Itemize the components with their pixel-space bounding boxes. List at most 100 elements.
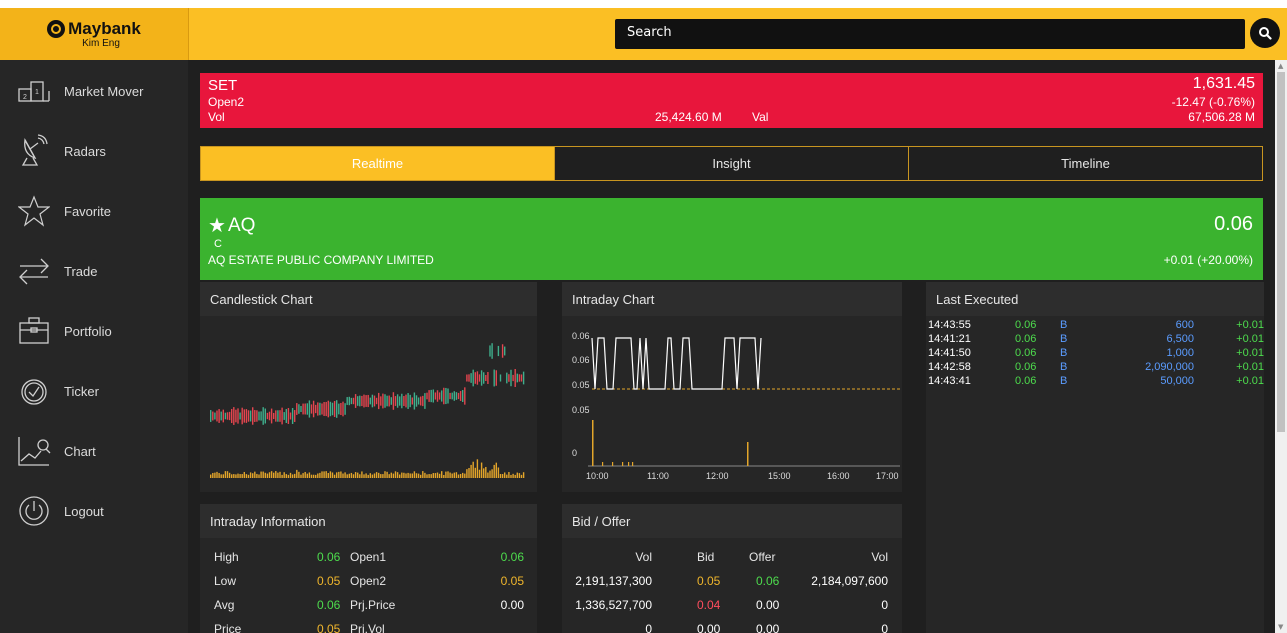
- candle: [210, 410, 212, 422]
- candle: [407, 393, 409, 409]
- intraday-chart[interactable]: 0.06 0.06 0.05 0.05 0 10:00 11:00 12:00 …: [562, 316, 902, 492]
- volume-bar: [384, 471, 386, 478]
- candle: [485, 374, 487, 382]
- search-icon: [1259, 27, 1272, 40]
- volume-bar: [405, 473, 407, 478]
- scrollbar-thumb[interactable]: [1277, 72, 1285, 432]
- stock-price: 0.06: [1214, 213, 1253, 235]
- scroll-down-arrow-icon[interactable]: ▼: [1278, 623, 1283, 631]
- volume-bar: [441, 471, 443, 478]
- volume-bar: [411, 473, 413, 478]
- volume-bar: [298, 471, 300, 478]
- volume-bar: [592, 420, 594, 466]
- list-item[interactable]: 14:43:55 0.06 B 600 +0.01: [926, 319, 1264, 333]
- top-strip: [0, 0, 1287, 8]
- volume-bar: [302, 473, 304, 478]
- candlestick-chart[interactable]: [200, 316, 537, 492]
- volume-bar: [382, 474, 384, 478]
- exec-time: 14:41:50: [928, 347, 971, 359]
- favorite-star-icon[interactable]: ★: [208, 213, 226, 238]
- volume-bar: [260, 471, 262, 478]
- table-row: Price 0.05 Prj.Vol: [200, 622, 536, 633]
- info-label: Prj.Price: [350, 598, 396, 612]
- volume-bar: [747, 442, 749, 466]
- volume-bar: [497, 467, 500, 478]
- candle: [214, 412, 216, 420]
- list-item[interactable]: 14:42:58 0.06 B 2,090,000 +0.01: [926, 361, 1264, 375]
- volume-bar: [464, 473, 466, 478]
- candle: [380, 396, 382, 406]
- table-row[interactable]: 1,336,527,700 0.04 0.00 0: [562, 598, 900, 620]
- table-row[interactable]: 2,191,137,300 0.05 0.06 2,184,097,600: [562, 574, 900, 596]
- search-button[interactable]: [1250, 18, 1280, 48]
- bid-offer-panel: Bid / Offer Vol Bid Offer Vol 2,191,137,…: [562, 504, 902, 633]
- brand-logo[interactable]: Maybank Kim Eng: [0, 8, 188, 60]
- tab-timeline[interactable]: Timeline: [909, 147, 1262, 180]
- candle: [296, 403, 298, 415]
- candle: [346, 397, 348, 405]
- volume-bar: [273, 472, 275, 478]
- candle: [432, 389, 434, 403]
- candle: [367, 394, 369, 408]
- volume-bar: [378, 472, 380, 478]
- sidebar-item-ticker[interactable]: Ticker: [0, 363, 188, 419]
- candle: [344, 403, 346, 415]
- candle: [226, 412, 229, 420]
- sidebar-item-logout[interactable]: Logout: [0, 483, 188, 539]
- table-row[interactable]: 0 0.00 0.00 0: [562, 622, 900, 633]
- volume-bar: [390, 472, 392, 478]
- sidebar-item-market-mover[interactable]: 2 1 Market Mover: [0, 63, 188, 119]
- candle: [447, 388, 449, 404]
- info-label: Open1: [350, 550, 387, 564]
- volume-bar: [308, 472, 311, 478]
- volume-bar: [367, 474, 369, 478]
- candle: [401, 393, 403, 409]
- volume-bar: [457, 474, 460, 478]
- candle: [308, 400, 311, 418]
- candle: [342, 401, 344, 417]
- sidebar-item-favorite[interactable]: Favorite: [0, 183, 188, 239]
- list-item[interactable]: 14:41:50 0.06 B 1,000 +0.01: [926, 347, 1264, 361]
- tab-realtime[interactable]: Realtime: [201, 147, 555, 180]
- volume-bar: [432, 473, 434, 478]
- candle: [417, 397, 420, 405]
- candle: [325, 401, 327, 417]
- candle: [466, 374, 468, 382]
- index-summary-bar[interactable]: SET Open2 Vol 25,424.60 M Val 1,631.45 -…: [200, 73, 1263, 128]
- scroll-up-arrow-icon[interactable]: ▲: [1278, 62, 1283, 70]
- volume-bar: [388, 474, 390, 478]
- search-input[interactable]: Search: [615, 19, 1245, 49]
- sidebar-item-radars[interactable]: Radars: [0, 123, 188, 179]
- volume-bar: [266, 473, 269, 478]
- list-item[interactable]: 14:41:21 0.06 B 6,500 +0.01: [926, 333, 1264, 347]
- tab-insight[interactable]: Insight: [555, 147, 909, 180]
- candle: [294, 410, 296, 422]
- sidebar-item-portfolio[interactable]: Portfolio: [0, 303, 188, 359]
- volume-bar: [354, 472, 357, 478]
- panel-title: Intraday Chart: [562, 282, 902, 316]
- volume-bar: [426, 474, 428, 478]
- candle: [317, 402, 319, 416]
- candle: [449, 392, 451, 400]
- vertical-scrollbar[interactable]: ▲ ▼: [1275, 60, 1287, 633]
- candle: [457, 392, 460, 400]
- candle: [348, 396, 350, 406]
- exec-price: 0.06: [1015, 347, 1037, 359]
- volume-bar: [386, 471, 388, 478]
- candle: [285, 409, 287, 423]
- candle: [438, 392, 441, 400]
- candle: [436, 390, 439, 402]
- candle: [501, 344, 504, 358]
- volume-bar: [233, 474, 235, 478]
- candle: [390, 397, 392, 405]
- volume-bar: [428, 474, 430, 478]
- offer-price: 0.06: [756, 574, 780, 588]
- sidebar-item-trade[interactable]: Trade: [0, 243, 188, 299]
- sidebar-item-chart[interactable]: Chart: [0, 423, 188, 479]
- volume-bar: [506, 474, 508, 478]
- volume-bar: [294, 473, 296, 478]
- candle: [382, 393, 384, 409]
- list-item[interactable]: 14:43:41 0.06 B 50,000 +0.01: [926, 375, 1264, 389]
- main-content: SET Open2 Vol 25,424.60 M Val 1,631.45 -…: [188, 60, 1275, 633]
- candle: [453, 391, 455, 401]
